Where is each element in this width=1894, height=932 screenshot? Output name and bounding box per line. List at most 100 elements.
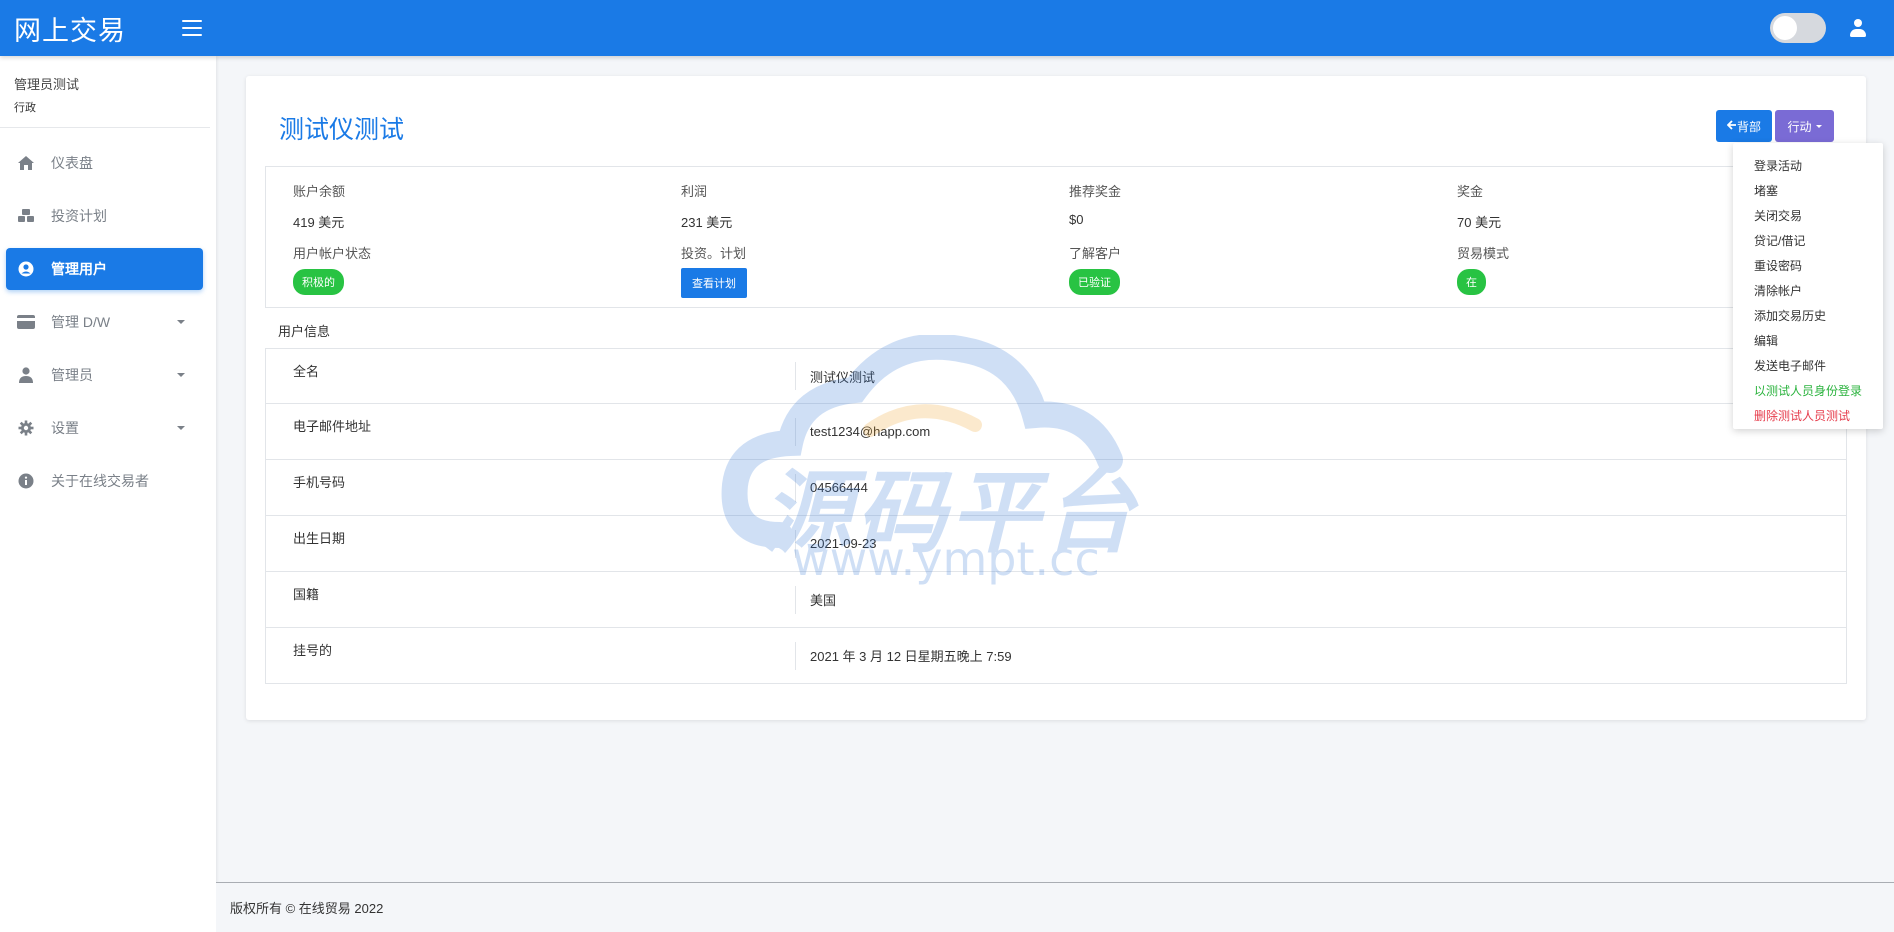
stat-value: 419 美元 [293, 215, 345, 230]
theme-toggle[interactable] [1770, 13, 1826, 43]
info-icon [16, 471, 36, 491]
info-value: 2021 年 3 月 12 日星期五晚上 7:59 [795, 641, 1012, 670]
copyright-text: 版权所有 © 在线贸易 2022 [230, 901, 384, 916]
sidebar-item-label: 关于在线交易者 [51, 473, 149, 489]
menu-item-credit-debit[interactable]: 贷记/借记 [1733, 228, 1883, 253]
stat-account-status: 用户帐户状态 积极的 [293, 243, 371, 295]
menu-item-login-as-user[interactable]: 以测试人员身份登录 [1733, 378, 1883, 403]
menu-item-send-email[interactable]: 发送电子邮件 [1733, 353, 1883, 378]
profile-panel: 管理员测试 行政 [0, 56, 210, 128]
action-dropdown-button[interactable]: 行动 [1775, 110, 1834, 142]
stat-balance: 账户余额 419 美元 [293, 181, 345, 231]
user-detail-card: 测试仪测试 背部 行动 账户余额 419 美元 利润 231 美元 推荐奖金 $… [246, 76, 1866, 720]
stat-kyc: 了解客户 已验证 [1069, 243, 1121, 295]
trade-mode-badge: 在 [1457, 269, 1486, 295]
stat-label: 贸易模式 [1457, 246, 1510, 261]
info-value: test1234@happ.com [795, 417, 930, 446]
action-button-label: 行动 [1787, 119, 1812, 134]
cubes-icon [16, 206, 36, 226]
chevron-down-icon [177, 426, 185, 430]
sidebar: 管理员测试 行政 仪表盘 投资计划 管理用户 管理 D/W 管理员 设置 关于在… [0, 56, 216, 932]
stat-value: 70 美元 [1457, 215, 1502, 230]
sidebar-item-label: 管理用户 [51, 261, 107, 277]
stat-label: 利润 [681, 184, 708, 199]
menu-item-delete-user[interactable]: 删除测试人员测试 [1733, 403, 1883, 428]
sidebar-item-label: 设置 [51, 420, 79, 436]
menu-item-reset-password[interactable]: 重设密码 [1733, 253, 1883, 278]
stat-label: 推荐奖金 [1069, 184, 1122, 199]
table-row: 电子邮件地址 test1234@happ.com [265, 404, 1847, 460]
footer: 版权所有 © 在线贸易 2022 [216, 882, 1894, 932]
back-button-label: 背部 [1736, 119, 1761, 134]
info-value: 2021-09-23 [795, 529, 877, 558]
sidebar-item-about[interactable]: 关于在线交易者 [6, 460, 203, 502]
stat-label: 了解客户 [1069, 246, 1122, 261]
chevron-down-icon [177, 320, 185, 324]
gear-icon [16, 418, 36, 438]
user-circle-icon [16, 259, 36, 279]
section-title: 用户信息 [278, 324, 331, 339]
info-value: 美国 [795, 585, 836, 614]
account-stats-panel: 账户余额 419 美元 利润 231 美元 推荐奖金 $0 奖金 70 美元 用… [265, 166, 1847, 308]
home-icon [16, 153, 36, 173]
sidebar-item-label: 管理员 [51, 367, 93, 383]
stat-label: 用户帐户状态 [293, 246, 372, 261]
sidebar-item-dashboard[interactable]: 仪表盘 [6, 142, 203, 184]
info-key: 出生日期 [293, 531, 346, 546]
view-plans-button[interactable]: 查看计划 [681, 268, 747, 298]
table-row: 手机号码 04566444 [265, 460, 1847, 516]
table-row: 挂号的 2021 年 3 月 12 日星期五晚上 7:59 [265, 628, 1847, 684]
menu-item-clear-account[interactable]: 清除帐户 [1733, 278, 1883, 303]
stat-label: 投资。计划 [681, 246, 747, 261]
sidebar-item-settings[interactable]: 设置 [6, 407, 203, 449]
menu-item-login-activity[interactable]: 登录活动 [1733, 153, 1883, 178]
info-key: 手机号码 [293, 475, 346, 490]
user-menu-icon[interactable] [1850, 19, 1866, 37]
stat-profit: 利润 231 美元 [681, 181, 732, 231]
menu-item-close-trade[interactable]: 关闭交易 [1733, 203, 1883, 228]
sidebar-item-manage-users[interactable]: 管理用户 [6, 248, 203, 290]
stat-value: 231 美元 [681, 215, 733, 230]
info-value: 04566444 [795, 473, 868, 502]
info-key: 全名 [293, 363, 320, 379]
info-key: 国籍 [293, 587, 320, 602]
brand-logo[interactable]: 网上交易 [14, 9, 180, 48]
sidebar-item-manage-dw[interactable]: 管理 D/W [6, 301, 203, 343]
hamburger-menu-icon[interactable] [182, 20, 202, 36]
info-value: 测试仪测试 [795, 362, 875, 390]
stat-label: 账户余额 [293, 184, 346, 199]
stat-referral-bonus: 推荐奖金 $0 [1069, 181, 1121, 227]
caret-down-icon [1815, 124, 1822, 128]
profile-name: 管理员测试 [14, 77, 80, 92]
top-navbar: 网上交易 [0, 0, 1894, 56]
page-title: 测试仪测试 [279, 116, 405, 144]
user-icon [16, 365, 36, 385]
table-row: 国籍 美国 [265, 572, 1847, 628]
table-row: 出生日期 2021-09-23 [265, 516, 1847, 572]
user-info-table: 全名 测试仪测试 电子邮件地址 test1234@happ.com 手机号码 0… [265, 348, 1847, 684]
profile-role: 行政 [14, 102, 36, 114]
arrow-left-icon [1726, 119, 1737, 133]
sidebar-nav: 仪表盘 投资计划 管理用户 管理 D/W 管理员 设置 关于在线交易者 [0, 142, 216, 502]
stat-value: $0 [1069, 212, 1084, 227]
back-button[interactable]: 背部 [1716, 110, 1772, 142]
sidebar-item-admins[interactable]: 管理员 [6, 354, 203, 396]
stat-bonus: 奖金 70 美元 [1457, 181, 1501, 231]
sidebar-item-label: 管理 D/W [51, 314, 111, 330]
stat-trade-mode: 贸易模式 在 [1457, 243, 1509, 295]
kyc-badge: 已验证 [1069, 269, 1120, 295]
info-key: 挂号的 [293, 643, 333, 658]
table-row: 全名 测试仪测试 [265, 348, 1847, 404]
menu-item-add-trade-history[interactable]: 添加交易历史 [1733, 303, 1883, 328]
stat-label: 奖金 [1457, 184, 1484, 199]
chevron-down-icon [177, 373, 185, 377]
menu-item-edit[interactable]: 编辑 [1733, 328, 1883, 353]
sidebar-item-label: 投资计划 [51, 208, 107, 224]
menu-item-block[interactable]: 堵塞 [1733, 178, 1883, 203]
stat-investment-plans: 投资。计划 查看计划 [681, 243, 747, 298]
action-dropdown-menu: 登录活动 堵塞 关闭交易 贷记/借记 重设密码 清除帐户 添加交易历史 编辑 发… [1733, 143, 1883, 429]
status-badge: 积极的 [293, 269, 344, 295]
info-key: 电子邮件地址 [293, 419, 372, 434]
sidebar-item-label: 仪表盘 [51, 155, 93, 171]
sidebar-item-investment-plans[interactable]: 投资计划 [6, 195, 203, 237]
